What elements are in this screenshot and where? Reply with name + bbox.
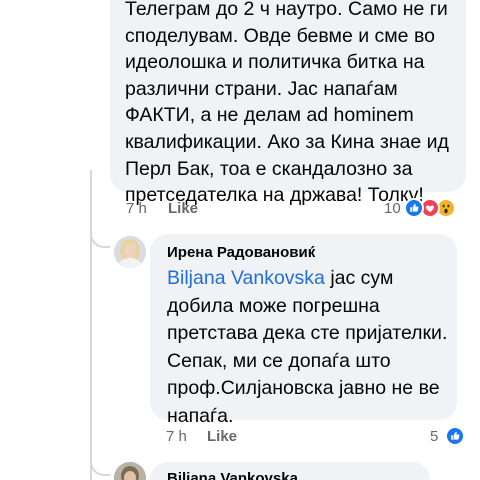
comment-line: Сепак, ми се допаѓа што bbox=[167, 349, 391, 372]
comment-author[interactable]: Biljana Vankovska bbox=[167, 470, 298, 480]
comment-text: Телеграм до 2 ч наутро. Само не ги споде… bbox=[125, 0, 465, 209]
comment-line: идеолошка и политичка битка на bbox=[125, 51, 425, 74]
comment-line: Телеграм до 2 ч наутро. Само не ги bbox=[125, 0, 448, 20]
comment-line: проф.Силјановска јавно не ве bbox=[167, 377, 440, 399]
reply-connector bbox=[90, 218, 110, 248]
comment-line: Перл Бак, тоа е скандалозно за bbox=[125, 157, 413, 180]
avatar[interactable] bbox=[114, 462, 146, 480]
comment-line: квалификации. Ако за Кина знае ид bbox=[125, 130, 449, 153]
avatar[interactable] bbox=[114, 236, 146, 268]
comment-text: Biljana Vankovska јас сум добила може по… bbox=[167, 265, 457, 430]
comment-line: ФАКТИ, а не делам ad hominem bbox=[125, 104, 414, 127]
like-button[interactable]: Like bbox=[207, 428, 237, 445]
comment-text-fragment: јас сум bbox=[324, 267, 394, 289]
comment-line: напаѓа. bbox=[167, 404, 234, 427]
comment-line: претстава дека сте пријателки. bbox=[167, 322, 448, 344]
reaction-count[interactable]: 10 bbox=[384, 200, 401, 217]
like-icon[interactable] bbox=[404, 198, 424, 218]
like-icon[interactable] bbox=[445, 426, 465, 446]
reply-connector bbox=[90, 446, 110, 476]
thread-connector-line bbox=[90, 170, 92, 480]
mention-link[interactable]: Biljana Vankovska bbox=[167, 267, 325, 289]
comment-author[interactable]: Ирена Радовановиќ bbox=[167, 244, 315, 261]
comment-line: различни страни. Јас напаѓам bbox=[125, 77, 398, 100]
comment-timestamp[interactable]: 7 h bbox=[126, 200, 147, 217]
reaction-count[interactable]: 5 bbox=[430, 428, 438, 445]
comment-line: споделувам. Овде бевме и сме во bbox=[125, 24, 435, 47]
comment-line: Biljana Vankovska јас сум bbox=[167, 265, 457, 293]
like-button[interactable]: Like bbox=[168, 200, 198, 217]
comment-timestamp[interactable]: 7 h bbox=[166, 428, 187, 445]
comment-line: добила може погрешна bbox=[167, 294, 380, 317]
